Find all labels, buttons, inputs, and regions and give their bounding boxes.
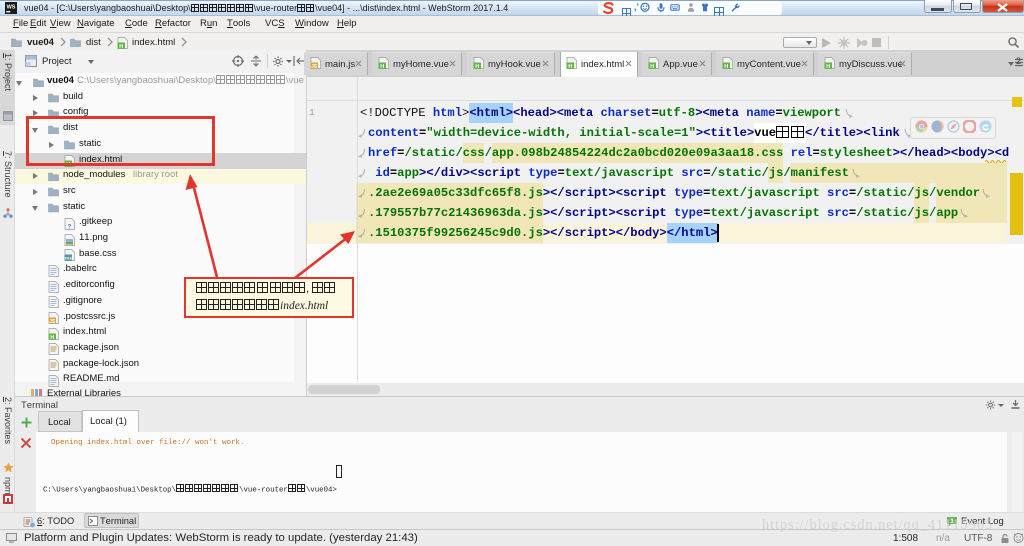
- svg-text:H: H: [650, 64, 654, 69]
- svg-text:H: H: [50, 334, 54, 339]
- svg-text:H: H: [475, 64, 479, 69]
- svg-text:WS: WS: [7, 5, 16, 11]
- svg-text:H: H: [568, 64, 572, 69]
- svg-text:JS: JS: [49, 319, 56, 324]
- svg-text:H: H: [826, 64, 830, 69]
- svg-text:H: H: [119, 44, 123, 49]
- svg-text:H: H: [724, 64, 728, 69]
- svg-text:css: css: [65, 256, 73, 261]
- svg-text:?: ?: [68, 224, 72, 230]
- svg-text:JS: JS: [311, 64, 318, 69]
- svg-text:H: H: [380, 64, 384, 69]
